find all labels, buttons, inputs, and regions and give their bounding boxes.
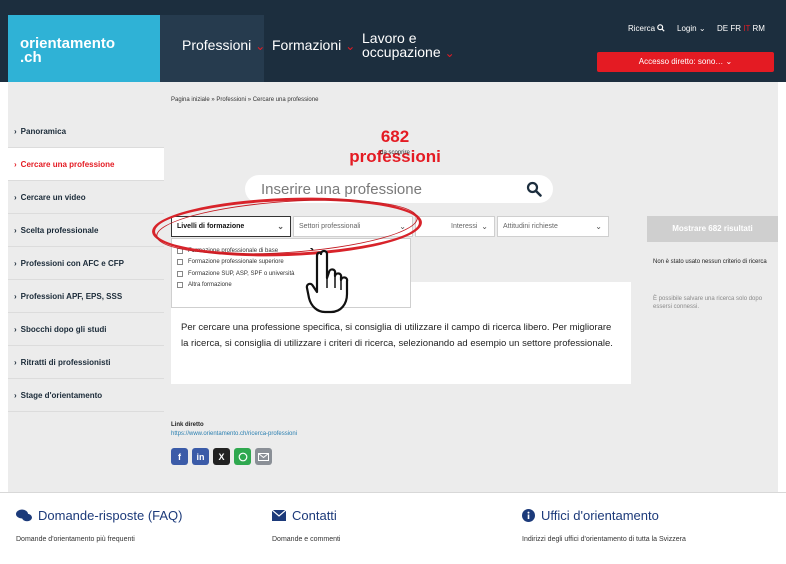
chat-bubbles-icon [16, 509, 32, 522]
footer-uffici[interactable]: Uffici d'orientamento Indirizzi degli uf… [522, 508, 686, 543]
logo-domain: .ch [20, 49, 42, 66]
envelope-icon [272, 510, 286, 521]
whatsapp-icon[interactable] [234, 448, 251, 465]
chevron-down-icon: ⌄ [277, 222, 284, 231]
nav-formazioni-label: Formazioni [272, 37, 342, 53]
no-criteria-note: Non è stato usato nessun criterio di ric… [653, 259, 767, 265]
checkbox[interactable] [177, 282, 183, 289]
show-results-button[interactable]: Mostrare 682 risultati [647, 216, 778, 242]
sidebar-item-ritratti[interactable]: › Ritratti di professionisti [8, 346, 164, 379]
chevron-right-icon: › [14, 225, 17, 235]
checkbox[interactable] [177, 259, 183, 266]
info-circle-icon [522, 509, 535, 522]
dropdown-option[interactable]: Formazione SUP, ASP, SPF o università [177, 268, 410, 280]
professions-count: 682 professioni [349, 127, 441, 166]
sidebar-item-scelta[interactable]: › Scelta professionale [8, 214, 164, 247]
nav-professioni[interactable]: Professioni ⌄ [182, 38, 265, 53]
dropdown-option[interactable]: Formazione professionale di base [177, 245, 410, 257]
login-link[interactable]: Login ⌄ [677, 24, 706, 33]
chevron-down-icon: ⌄ [399, 222, 406, 231]
nav-professioni-label: Professioni [182, 37, 252, 53]
direct-link-url[interactable]: https://www.orientamento.ch/ricerca-prof… [171, 431, 297, 437]
checkbox[interactable] [177, 270, 183, 277]
chevron-down-icon: ⌄ [255, 39, 266, 53]
chevron-down-icon: ⌄ [444, 46, 455, 60]
search-bar [245, 175, 553, 203]
nav-formazioni[interactable]: Formazioni ⌄ [272, 38, 355, 53]
sidebar: › Panoramica › Cercare una professione › Ce… [8, 115, 164, 412]
chevron-right-icon: › [14, 126, 17, 136]
search-icon[interactable] [526, 181, 542, 197]
sidebar-item-cercare-professione[interactable]: › Cercare una professione [8, 148, 164, 181]
chevron-down-icon: ⌄ [725, 57, 733, 66]
chevron-right-icon: › [14, 291, 17, 301]
chevron-right-icon: › [14, 159, 17, 169]
chevron-right-icon: › [14, 258, 17, 268]
sidebar-item-panoramica[interactable]: › Panoramica [8, 115, 164, 148]
filter-attitudini[interactable]: Attitudini richieste ⌄ [497, 216, 609, 237]
search-icon [657, 24, 665, 32]
search-input[interactable] [261, 181, 521, 198]
sidebar-item-apf-eps[interactable]: › Professioni APF, EPS, SSS [8, 280, 164, 313]
chevron-down-icon: ⌄ [595, 222, 602, 231]
lang-fr[interactable]: FR [730, 24, 741, 33]
linkedin-icon[interactable]: in [192, 448, 209, 465]
filter-settori-professionali[interactable]: Settori professionali ⌄ [293, 216, 413, 237]
sidebar-item-sbocchi[interactable]: › Sbocchi dopo gli studi [8, 313, 164, 346]
info-text: Per cercare una professione specifica, s… [181, 322, 613, 349]
chevron-down-icon: ⌄ [481, 222, 488, 231]
chevron-right-icon: › [14, 390, 17, 400]
chevron-down-icon: ⌄ [698, 24, 706, 33]
professions-count-sub: da scoprire [380, 150, 410, 156]
dropdown-livelli: Formazione professionale di base Formazi… [171, 238, 411, 308]
x-twitter-icon[interactable]: X [213, 448, 230, 465]
save-search-hint: È possibile salvare una ricerca solo dop… [653, 296, 763, 310]
breadcrumb: Pagina iniziale » Professioni » Cercare … [171, 97, 319, 103]
chevron-right-icon: › [14, 192, 17, 202]
footer-contatti[interactable]: Contatti Domande e commenti [272, 508, 340, 543]
filter-interessi[interactable]: Interessi ⌄ [415, 216, 495, 237]
email-icon[interactable] [255, 448, 272, 465]
nav-lavoro[interactable]: Lavoro e occupazione ⌄ [362, 31, 455, 60]
dropdown-option[interactable]: Formazione professionale superiore [177, 257, 410, 269]
lang-de[interactable]: DE [717, 24, 728, 33]
facebook-icon[interactable]: f [171, 448, 188, 465]
sidebar-item-cercare-video[interactable]: › Cercare un video [8, 181, 164, 214]
footer-faq[interactable]: Domande-risposte (FAQ) Domande d'orienta… [16, 508, 183, 543]
lang-it[interactable]: IT [743, 24, 750, 33]
dropdown-option[interactable]: Altra formazione [177, 280, 410, 292]
chevron-right-icon: › [14, 357, 17, 367]
nav-lavoro-label-2: occupazione ⌄ [362, 44, 455, 60]
chevron-right-icon: › [14, 324, 17, 334]
filter-livelli-formazione[interactable]: Livelli di formazione ⌄ [171, 216, 291, 237]
language-switcher: DE FR IT RM [717, 24, 765, 33]
sidebar-item-afc-cfp[interactable]: › Professioni con AFC e CFP [8, 247, 164, 280]
chevron-down-icon: ⌄ [345, 39, 356, 53]
site-logo[interactable]: orientamento .ch [8, 15, 160, 82]
direct-access-button[interactable]: Accesso diretto: sono… ⌄ [597, 52, 774, 72]
nav-lavoro-label-1: Lavoro e [362, 30, 417, 46]
direct-link-title: Link diretto [171, 422, 204, 428]
share-buttons: f in X [171, 448, 272, 465]
lang-rm[interactable]: RM [752, 24, 764, 33]
sidebar-item-stage[interactable]: › Stage d'orientamento [8, 379, 164, 412]
header-search-link[interactable]: Ricerca [628, 24, 665, 33]
checkbox[interactable] [177, 247, 183, 254]
